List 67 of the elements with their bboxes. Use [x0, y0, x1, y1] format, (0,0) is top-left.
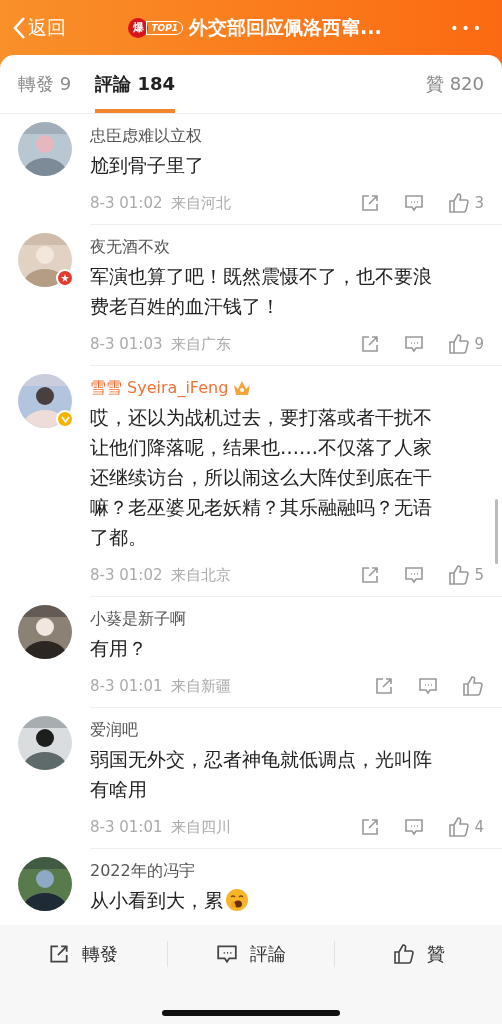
tab[interactable]: 評論 184: [95, 55, 176, 113]
username[interactable]: 2022年的冯宇: [90, 860, 195, 882]
comment-time: 8-3 01:03: [90, 335, 163, 353]
thumbs-up-icon: [392, 943, 415, 965]
avatar[interactable]: [18, 605, 72, 659]
comment-location: 来自广东: [170, 334, 231, 354]
comment-location: 来自四川: [170, 817, 231, 837]
username[interactable]: 夜无酒不欢: [90, 236, 170, 258]
share-icon: [360, 334, 381, 354]
tab[interactable]: 轉發 9: [18, 55, 72, 113]
comment-location: 来自北京: [170, 565, 231, 585]
share-icon: [360, 817, 381, 837]
verified-badge-icon: [56, 410, 74, 428]
comment-location: 来自新疆: [170, 676, 231, 696]
repost-button[interactable]: 轉發: [0, 941, 167, 967]
comment-icon: [216, 943, 238, 965]
comment-time: 8-3 01:01: [90, 818, 163, 836]
tab[interactable]: 贊 820: [425, 55, 484, 113]
share-icon: [360, 565, 381, 585]
reply-button[interactable]: [404, 334, 425, 354]
badge-icon: [56, 269, 74, 287]
avatar[interactable]: [18, 857, 72, 911]
comment-icon: [404, 565, 425, 585]
comment-text: 哎，还以为战机过去，要打落或者干扰不让他们降落呢，结果也……不仅落了人家还继续访台，所以闹这么大阵仗到底在干嘛？老巫婆见老妖精？其乐融融吗？无语了都。: [90, 405, 433, 550]
comment-button[interactable]: 評論: [166, 941, 335, 967]
comment-text: 从小看到大，累: [90, 888, 223, 913]
share-icon: [48, 943, 71, 965]
comment-time: 8-3 01:02: [90, 566, 163, 584]
like-button[interactable]: [462, 675, 484, 697]
thumbs-up-icon: [448, 333, 471, 355]
scrollbar: [495, 499, 498, 564]
share-icon: [360, 193, 381, 213]
share-button[interactable]: [360, 817, 381, 837]
comment-icon: [404, 193, 425, 213]
comment-time: 8-3 01:01: [90, 677, 163, 695]
username[interactable]: 忠臣虑难以立权: [90, 125, 202, 147]
page-title: 外交部回应佩洛西窜...: [189, 14, 382, 40]
reply-button[interactable]: [404, 193, 425, 213]
thumbs-up-icon: [448, 564, 471, 586]
comment-icon: [404, 334, 425, 354]
comment-icon: [418, 676, 438, 696]
thumbs-up-icon: [462, 675, 484, 697]
reply-button[interactable]: [418, 676, 438, 696]
comment-text: 尬到骨子里了: [90, 153, 204, 178]
back-icon: [12, 15, 26, 40]
username[interactable]: 爱润吧: [90, 719, 138, 741]
like-button[interactable]: 贊: [334, 941, 502, 967]
comment-time: 8-3 01:02: [90, 194, 163, 212]
comment-location: 来自河北: [170, 193, 231, 213]
reply-button[interactable]: [404, 817, 425, 837]
crown-icon: [232, 379, 253, 397]
share-button[interactable]: [374, 676, 394, 696]
share-button[interactable]: [360, 193, 381, 213]
comment-icon: [404, 817, 425, 837]
reply-button[interactable]: [404, 565, 425, 585]
hot-badge: 爆: [128, 17, 149, 38]
thumbs-up-icon: [448, 192, 471, 214]
avatar[interactable]: [18, 374, 72, 428]
comment-text: 有用？: [90, 636, 147, 661]
share-icon: [374, 676, 394, 696]
thumbs-up-icon: [448, 816, 471, 838]
comment-text: 军演也算了吧！既然震慑不了，也不要浪费老百姓的血汗钱了！: [90, 264, 433, 319]
username[interactable]: 小葵是新子啊: [90, 608, 186, 630]
share-button[interactable]: [360, 565, 381, 585]
comment-text: 弱国无外交，忍者神龟就低调点，光叫阵有啥用: [90, 747, 433, 802]
share-button[interactable]: [360, 334, 381, 354]
avatar[interactable]: [18, 716, 72, 770]
